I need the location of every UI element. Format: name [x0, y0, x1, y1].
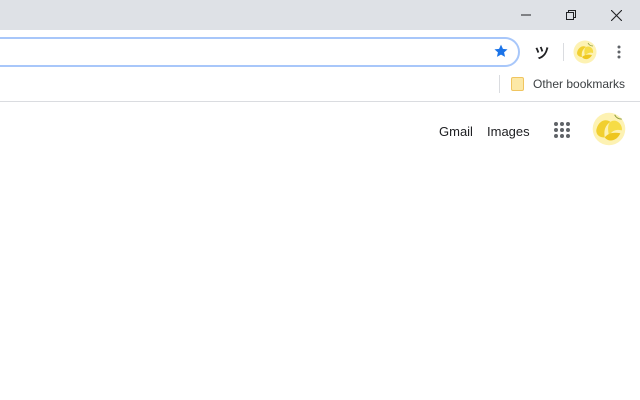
star-icon — [494, 44, 508, 57]
other-bookmarks-label: Other bookmarks — [533, 77, 626, 91]
close-icon — [611, 9, 622, 21]
minimize-button[interactable] — [503, 0, 548, 30]
apps-grid-icon — [554, 122, 570, 138]
address-bar[interactable] — [0, 37, 520, 67]
window-titlebar — [0, 0, 640, 30]
restore-button[interactable] — [548, 0, 593, 30]
other-bookmarks-button[interactable]: Other bookmarks — [507, 73, 631, 95]
minimize-icon — [520, 14, 531, 16]
google-apps-button[interactable] — [550, 118, 574, 142]
bookmarks-divider — [499, 75, 500, 93]
account-avatar-icon — [592, 112, 626, 146]
profile-avatar-icon — [573, 40, 597, 64]
bookmark-star-button[interactable] — [491, 41, 511, 61]
gmail-link[interactable]: Gmail — [439, 124, 473, 139]
extension-icon: ツ — [534, 43, 550, 62]
close-button[interactable] — [594, 0, 639, 30]
restore-icon — [565, 10, 576, 20]
toolbar-divider — [563, 43, 564, 61]
folder-icon — [511, 77, 524, 91]
more-vert-icon — [617, 45, 621, 59]
extension-button[interactable]: ツ — [530, 40, 554, 64]
profile-button[interactable] — [573, 40, 597, 64]
page-content — [0, 103, 640, 400]
images-link[interactable]: Images — [487, 124, 530, 139]
chrome-menu-button[interactable] — [608, 40, 630, 64]
google-account-button[interactable] — [592, 112, 626, 146]
